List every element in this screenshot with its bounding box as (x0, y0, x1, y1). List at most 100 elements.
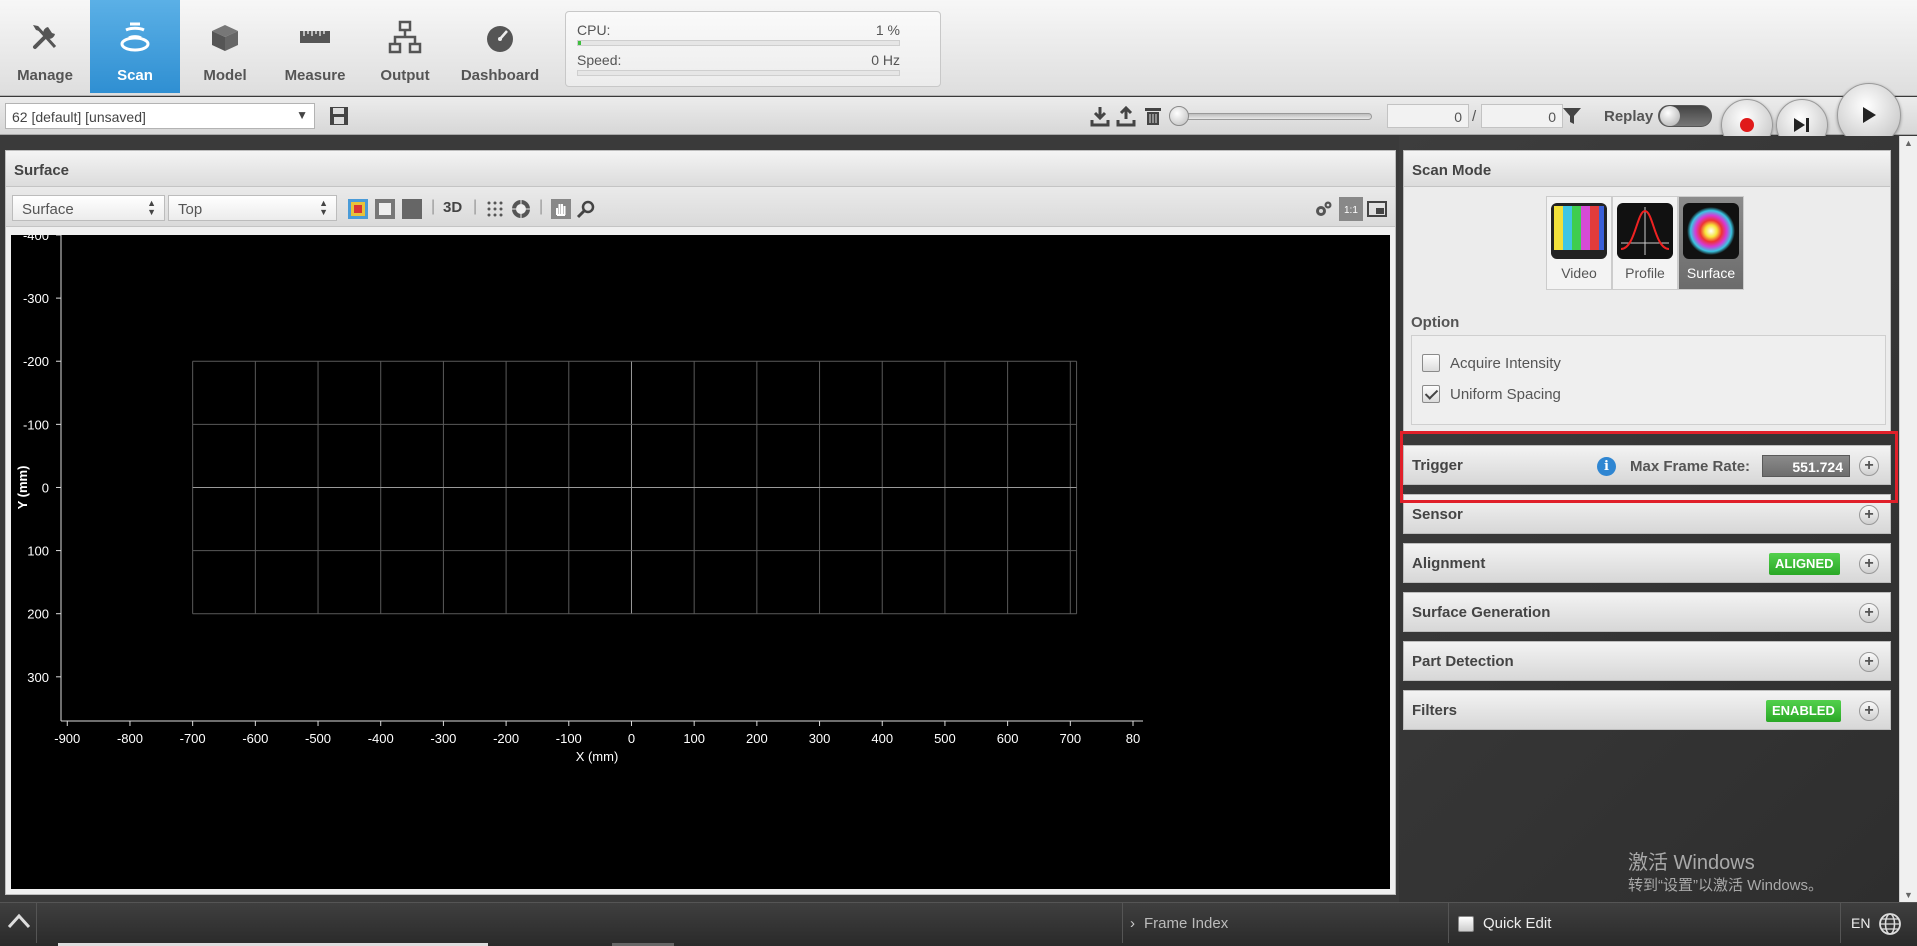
replay-toggle-knob (1660, 106, 1680, 126)
job-select[interactable]: 62 [default] [unsaved] ▼ (5, 103, 315, 129)
info-icon[interactable]: i (1597, 457, 1616, 476)
svg-text:1:1: 1:1 (1344, 205, 1358, 216)
up-down-arrows-icon: ▲ ▼ (319, 198, 328, 217)
x-tick-label: -500 (305, 731, 331, 746)
toolbar-divider: | (539, 198, 544, 215)
expand-plus-icon[interactable]: + (1859, 554, 1879, 574)
acquire-intensity-row[interactable]: Acquire Intensity (1422, 354, 1561, 372)
globe-icon[interactable] (1878, 912, 1902, 936)
alignment-section[interactable]: Alignment ALIGNED + (1403, 543, 1891, 583)
x-tick-label: 300 (809, 731, 831, 746)
trigger-section[interactable]: Trigger i Max Frame Rate: 551.724 + (1403, 445, 1891, 485)
scroll-down-arrow-icon[interactable]: ▼ (1904, 890, 1913, 900)
x-tick-label: 700 (1059, 731, 1081, 746)
x-tick-label: 600 (997, 731, 1019, 746)
3d-view-button[interactable]: 3D (443, 199, 462, 216)
nav-manage[interactable]: Manage (0, 0, 90, 93)
nav-dashboard[interactable]: Dashboard (450, 0, 550, 93)
upload-icon[interactable] (1115, 105, 1137, 127)
surface-panel-header: Surface (6, 151, 1395, 187)
quick-edit-checkbox[interactable] (1458, 916, 1474, 932)
top-navigation-bar: Manage Scan Model Measure Output Dashboa… (0, 0, 1917, 96)
toolbar-divider: | (431, 198, 436, 215)
grid-dots-icon[interactable] (485, 199, 505, 219)
pan-hand-icon[interactable] (551, 199, 571, 219)
filter-icon[interactable] (1561, 105, 1583, 127)
x-axis-label: X (mm) (576, 749, 619, 764)
grayscale-view-icon[interactable] (375, 199, 395, 219)
plot-axes (60, 235, 1143, 722)
view-type-select[interactable]: Surface ▲ ▼ (12, 195, 165, 221)
aperture-icon[interactable] (511, 199, 531, 219)
uniform-spacing-checkbox[interactable] (1422, 385, 1440, 403)
x-tick-label: -400 (368, 731, 394, 746)
expand-plus-icon[interactable]: + (1859, 456, 1879, 476)
uniform-spacing-row[interactable]: Uniform Spacing (1422, 385, 1561, 403)
x-tick-label: 80 (1126, 731, 1140, 746)
surface-panel-title: Surface (14, 162, 70, 179)
acquire-intensity-checkbox[interactable] (1422, 354, 1440, 372)
y-tick-label: 100 (27, 544, 49, 559)
frame-index-label[interactable]: Frame Index (1144, 915, 1228, 932)
mode-video-button[interactable]: Video (1546, 196, 1612, 290)
sensor-section[interactable]: Sensor + (1403, 494, 1891, 534)
trash-icon[interactable] (1142, 105, 1164, 127)
expand-plus-icon[interactable]: + (1859, 652, 1879, 672)
settings-gears-icon[interactable] (1313, 199, 1333, 219)
job-select-value: 62 [default] [unsaved] (12, 109, 146, 125)
intensity-view-icon[interactable] (402, 199, 422, 219)
scan-mode-title: Scan Mode (1412, 162, 1492, 179)
mode-profile-button[interactable]: Profile (1612, 196, 1678, 290)
frame-current-input[interactable]: 0 (1387, 104, 1469, 128)
x-tick-label: 100 (683, 731, 705, 746)
language-label[interactable]: EN (1851, 915, 1870, 931)
heightmap-color-icon[interactable] (348, 199, 368, 219)
scan-mode-panel: Scan Mode Video Profile Surface Option A… (1403, 150, 1891, 432)
mode-surface-button[interactable]: Surface (1678, 196, 1744, 290)
replay-label: Replay (1604, 108, 1654, 125)
nav-scan[interactable]: Scan (90, 0, 180, 93)
expand-plus-icon[interactable]: + (1859, 603, 1879, 623)
acquire-intensity-label: Acquire Intensity (1450, 354, 1561, 372)
nav-measure[interactable]: Measure (270, 0, 360, 93)
speed-row: Speed: 0 Hz (577, 52, 900, 76)
part-detection-section[interactable]: Part Detection + (1403, 641, 1891, 681)
view-type-value: Surface (22, 201, 74, 218)
status-divider (1448, 903, 1449, 943)
surface-generation-section[interactable]: Surface Generation + (1403, 592, 1891, 632)
nav-output[interactable]: Output (360, 0, 450, 93)
network-icon (388, 20, 422, 54)
tools-icon (33, 25, 57, 49)
frame-separator: / (1472, 108, 1477, 125)
replay-slider-track[interactable] (1178, 113, 1372, 120)
replay-toggle[interactable] (1658, 105, 1712, 127)
filters-section[interactable]: Filters ENABLED + (1403, 690, 1891, 730)
nav-label: Output (380, 67, 430, 84)
fit-view-icon[interactable]: 1:1 (1339, 197, 1363, 221)
y-tick-label: 300 (27, 670, 49, 685)
save-icon[interactable] (328, 105, 350, 127)
x-tick-label: -200 (493, 731, 519, 746)
nav-label: Model (203, 67, 247, 84)
chevron-up-icon[interactable] (6, 911, 32, 931)
nav-label: Dashboard (460, 67, 540, 84)
bottom-status-bar: › Frame Index Quick Edit EN (0, 902, 1917, 946)
expand-plus-icon[interactable]: + (1859, 701, 1879, 721)
chevron-down-icon: ▼ (296, 108, 308, 122)
view-orientation-select[interactable]: Top ▲ ▼ (168, 195, 337, 221)
download-icon[interactable] (1089, 105, 1111, 127)
surface-plot[interactable]: -900 -800 -700 -600 -500 -400 -300 -200 -100 0 100… (11, 228, 1390, 889)
x-tick-label: -900 (54, 731, 80, 746)
mode-label: Video (1561, 265, 1597, 281)
expand-plus-icon[interactable]: + (1859, 505, 1879, 525)
scroll-up-arrow-icon[interactable]: ▲ (1904, 138, 1913, 148)
frame-total-input: 0 (1481, 104, 1563, 128)
activation-watermark-title: 激活 Windows (1628, 852, 1755, 874)
vertical-scrollbar[interactable]: ▲ ▼ (1899, 136, 1917, 902)
window-layout-icon[interactable] (1367, 199, 1387, 219)
replay-slider-handle[interactable] (1169, 106, 1189, 126)
zoom-magnifier-icon[interactable] (576, 199, 596, 219)
x-tick-label: -100 (556, 731, 582, 746)
nav-model[interactable]: Model (180, 0, 270, 93)
cpu-value: 1 % (875, 22, 900, 38)
